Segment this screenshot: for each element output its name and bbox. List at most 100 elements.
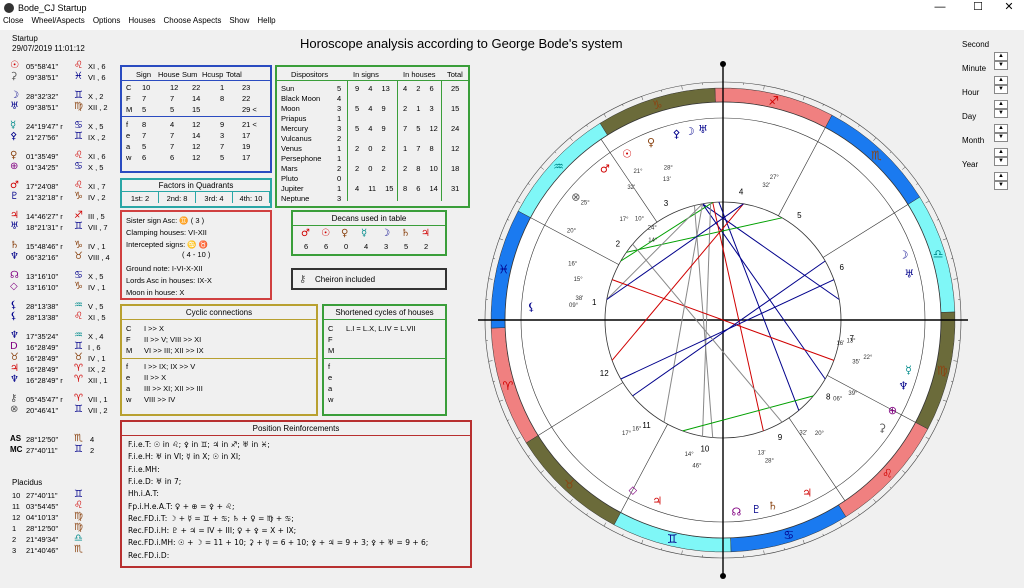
sign-table-cell: 5 [142, 142, 147, 151]
quadrant-cell: 2nd: 8 [159, 192, 196, 203]
degree-label: 27° [770, 175, 780, 181]
dispositors-header-cell: In signs [353, 70, 379, 79]
menu-options[interactable]: Options [93, 16, 121, 30]
reinforcement-row: Rec.FD.i.MH: ☉ + ☽ = 11 + 10; ⚳ + ☿ = 6 … [128, 538, 429, 548]
planet-row: ♇ 21°32'18" r ♑ IV , 2 [10, 191, 120, 203]
sign-table-header-cell: Sum [182, 70, 198, 79]
dispositor-divider [441, 81, 442, 201]
menu-help[interactable]: Hellp [257, 16, 275, 30]
planet-position: 05°58'41" [26, 62, 59, 71]
increment-button[interactable]: ▲ [994, 124, 1008, 133]
time-unit-label: Month [962, 136, 985, 145]
menu-bar: Close Wheel/Aspects Options Houses Choos… [0, 16, 1024, 30]
planet-sign-icon: ♈ [74, 374, 83, 385]
planet-house: VII , 7 [88, 223, 108, 232]
zodiac-sign-icon: ♎ [933, 247, 944, 261]
sign-table-header: Sign House Sum Hcusp Total [122, 67, 270, 81]
degree-tick [822, 104, 824, 107]
degree-tick [540, 166, 544, 170]
menu-choose-aspects[interactable]: Choose Aspects [164, 16, 222, 30]
menu-houses[interactable]: Houses [128, 16, 155, 30]
degree-tick [763, 550, 765, 555]
planet-glyph-icon: ☿ [10, 120, 17, 131]
planet-glyph-icon: ⚳ [10, 71, 18, 82]
cheiron-box: ⚷ Cheiron included [291, 268, 447, 290]
sign-table-cell: 10 [142, 83, 151, 92]
decrement-button[interactable]: ▼ [994, 157, 1008, 166]
cyclic-key: w [126, 395, 132, 404]
sign-table-cell: w [126, 153, 132, 162]
sign-table-cell: 12 [192, 120, 201, 129]
decrement-button[interactable]: ▼ [994, 85, 1008, 94]
degree-label: 22° [863, 355, 873, 361]
shortened-key: f [328, 362, 331, 371]
degree-tick [925, 436, 930, 440]
planet-glyph-icon: ♇ [10, 191, 19, 202]
time-unit-label: Minute [962, 64, 987, 73]
planet-icon: ◇ [629, 484, 638, 497]
planet-icon: ♅ [698, 123, 708, 136]
cusp-row: 3 21°40'46" ♏ [12, 544, 112, 556]
decrement-button[interactable]: ▼ [994, 133, 1008, 142]
increment-button[interactable]: ▲ [994, 172, 1008, 181]
menu-wheel-aspects[interactable]: Wheel/Aspects [31, 16, 84, 30]
cusp-row: 1 28°12'50" ♍ [12, 522, 112, 534]
sign-table-cell: 8 [220, 94, 225, 103]
dispositor-count: 1 [337, 144, 342, 153]
degree-tick [802, 539, 805, 544]
planet-icon: ☿ [905, 364, 912, 377]
increment-button[interactable]: ▲ [994, 52, 1008, 61]
dispositor-houses: 1 7 8 [403, 144, 434, 153]
shortened-key: w [328, 395, 334, 404]
decan-value: 6 [324, 242, 329, 251]
decrement-button[interactable]: ▼ [994, 181, 1008, 190]
degree-tick [507, 419, 510, 421]
dispositor-count: 1 [337, 114, 342, 123]
increment-button[interactable]: ▲ [994, 100, 1008, 109]
decrement-button[interactable]: ▼ [994, 61, 1008, 70]
degree-tick [499, 238, 504, 241]
quadrants-title: Factors in Quadrants [122, 180, 270, 192]
planet-row: ⚸ 28°13'38" ♒ V , 5 [10, 300, 120, 312]
close-button[interactable]: ✕ [994, 0, 1024, 16]
decrement-button[interactable]: ▼ [994, 109, 1008, 118]
increment-button[interactable]: ▲ [994, 76, 1008, 85]
cusp-position: 28°12'50" [26, 524, 59, 533]
cheiron-label: Cheiron included [315, 275, 376, 284]
planet-icon: ⊕ [888, 404, 897, 417]
sister-line: Clamping houses: VI-XII [126, 228, 207, 237]
zodiac-sign-icon: ♋ [783, 528, 794, 542]
degree-label: 24° [648, 225, 658, 231]
planet-row: ⚸ 28°13'38" ♌ XI , 5 [10, 311, 120, 323]
reinforcement-row: Rec.FD.i.H: ♇ + ♃ = IV + III; ♀ + ⚴ = X … [128, 526, 297, 536]
planet-house: X , 4 [88, 332, 104, 341]
planet-icon: ☊ [732, 506, 742, 519]
dispositor-houses: 2 1 3 [403, 104, 434, 113]
degree-tick [488, 278, 493, 280]
cusp-sign-icon: ♌ [74, 500, 83, 511]
menu-show[interactable]: Show [229, 16, 249, 30]
maximize-button[interactable]: ☐ [963, 0, 993, 16]
menu-close[interactable]: Close [3, 16, 23, 30]
planet-position: 15°48'46" r [26, 242, 63, 251]
degree-tick [540, 470, 544, 474]
planet-sign-icon: ♋ [74, 161, 83, 172]
cusp-number: 11 [12, 502, 20, 511]
sign-table-cell: 15 [192, 105, 201, 114]
sign-table-cell: e [126, 131, 131, 140]
time-unit-label: Hour [962, 88, 980, 97]
shortened-divider [324, 358, 445, 359]
dispositor-signs: 4 11 15 [355, 184, 394, 193]
planet-row: ☽ 28°32'32" ♊ X , 2 [10, 90, 120, 102]
house-number: 10 [700, 445, 709, 454]
mc-marker [720, 61, 726, 67]
window-title: Bode_CJ Startup [18, 3, 87, 13]
degree-label: 32' [799, 431, 807, 437]
decans-box: Decans used in table ♂ 6 ☉ 6 ♀ 0 ☿ 4 ☽ 3 ♄ 5 ♃ 2 [291, 210, 447, 256]
minimize-button[interactable]: — [925, 0, 955, 16]
dispositor-signs: 2 0 2 [355, 164, 386, 173]
planet-glyph-icon: ⊕ [10, 161, 19, 172]
increment-button[interactable]: ▲ [994, 148, 1008, 157]
planet-position: 18°21'31" r [26, 223, 63, 232]
degree-label: 20° [815, 431, 825, 437]
